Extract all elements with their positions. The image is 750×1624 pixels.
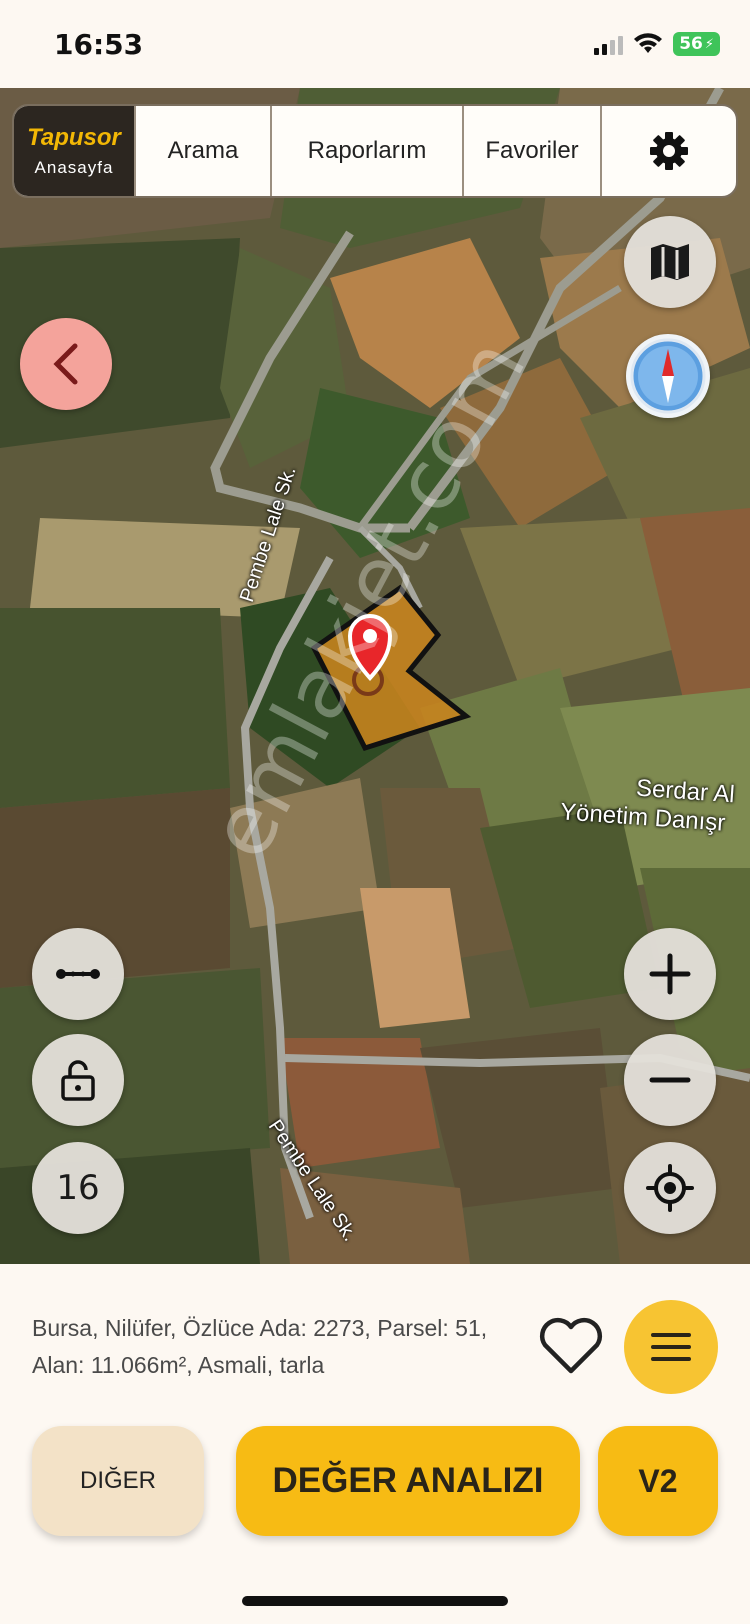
map-layers-icon — [651, 244, 689, 280]
map-layers-button[interactable] — [624, 216, 716, 308]
brand-logo: Tapusor — [27, 124, 121, 151]
locate-icon — [646, 1164, 694, 1212]
parcel-info: Bursa, Nilüfer, Özlüce Ada: 2273, Parsel… — [32, 1315, 488, 1378]
signal-icon — [594, 33, 624, 55]
status-indicators: 56 ⚡ — [594, 32, 720, 56]
other-button[interactable]: DIĞER — [32, 1426, 204, 1536]
locate-me-button[interactable] — [624, 1142, 716, 1234]
home-button[interactable]: Tapusor Anasayfa — [14, 106, 134, 196]
zoom-level: 16 — [56, 1168, 100, 1208]
zoom-in-button[interactable] — [624, 928, 716, 1020]
chevron-left-icon — [53, 343, 78, 385]
hamburger-menu-icon — [651, 1333, 691, 1361]
favorite-button[interactable] — [536, 1310, 606, 1380]
compass-icon — [630, 338, 706, 414]
status-bar: 16:53 56 ⚡ — [0, 0, 750, 88]
heart-icon — [539, 1317, 603, 1374]
top-nav: Tapusor Anasayfa Arama Raporlarım Favori… — [12, 104, 738, 198]
settings-button[interactable] — [600, 106, 736, 196]
value-analysis-button[interactable]: DEĞER ANALIZI — [236, 1426, 580, 1536]
lock-button[interactable] — [32, 1034, 124, 1126]
battery-icon: 56 ⚡ — [673, 32, 720, 56]
measure-icon — [56, 969, 100, 979]
zoom-out-button[interactable] — [624, 1034, 716, 1126]
measure-button[interactable] — [32, 928, 124, 1020]
tab-favorites[interactable]: Favoriler — [462, 106, 600, 196]
zoom-in-icon — [649, 953, 691, 995]
home-label: Anasayfa — [34, 158, 114, 177]
menu-button[interactable] — [624, 1300, 718, 1394]
battery-level: 56 — [679, 34, 703, 54]
tab-reports[interactable]: Raporlarım — [270, 106, 462, 196]
version-button[interactable]: V2 — [598, 1426, 718, 1536]
tab-search[interactable]: Arama — [134, 106, 270, 196]
compass-button[interactable] — [626, 334, 710, 418]
home-indicator[interactable] — [242, 1596, 508, 1606]
gear-icon — [650, 132, 688, 170]
lock-icon — [61, 1060, 95, 1101]
status-time: 16:53 — [54, 28, 144, 61]
wifi-icon — [634, 33, 663, 53]
zoom-level-button[interactable]: 16 — [32, 1142, 124, 1234]
back-button[interactable] — [20, 318, 112, 410]
zoom-out-icon — [649, 1077, 691, 1083]
